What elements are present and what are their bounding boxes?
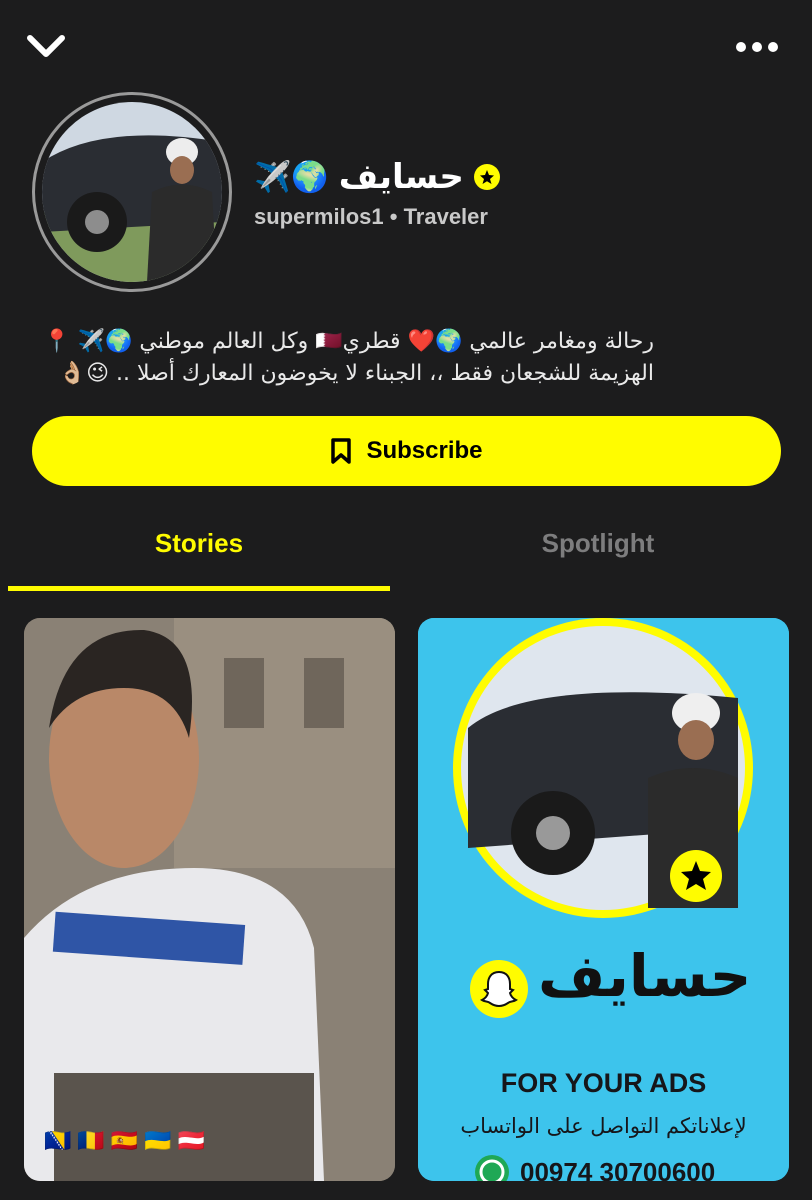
ad-phone: 00974 30700600 <box>520 1156 716 1182</box>
bio-line-1: رحالة ومغامر عالمي 🌍❤️ قطري🇶🇦 وكل العالم… <box>43 329 654 354</box>
flag: 🇷🇴 <box>77 1128 105 1153</box>
tab-spotlight[interactable]: Spotlight <box>408 528 788 572</box>
more-dots-icon <box>736 42 778 52</box>
display-name-row: ✈️🌍 حسايف <box>254 153 500 201</box>
avatar-photo <box>42 102 222 282</box>
separator-dot: • <box>389 204 398 229</box>
subscribe-button[interactable]: Subscribe <box>32 416 781 486</box>
back-button[interactable] <box>24 30 68 66</box>
active-tab-indicator <box>8 586 390 591</box>
more-options-button[interactable] <box>730 32 784 62</box>
ad-subtitle: لإعلاناتكم التواصل على الواتساب <box>460 1114 747 1138</box>
username-row: supermilos1 • Traveler <box>254 204 488 230</box>
snapchat-ghost-icon <box>470 960 528 1018</box>
name-emojis: ✈️🌍 <box>254 160 329 194</box>
bookmark-icon <box>331 438 352 464</box>
subscribe-label: Subscribe <box>366 437 483 464</box>
category-label: Traveler <box>403 204 488 229</box>
story-flags: 🇧🇦 🇷🇴 🇪🇸 🇺🇦 🇦🇹 <box>44 1128 205 1154</box>
flag: 🇺🇦 <box>144 1128 172 1153</box>
flag: 🇪🇸 <box>110 1128 139 1153</box>
ad-title: حسايف <box>538 942 752 1010</box>
bio-line-2: الهزيمة للشجعان فقط ،، الجبناء لا يخوضون… <box>58 361 654 386</box>
tab-stories[interactable]: Stories <box>8 528 390 572</box>
story-card[interactable]: حسايف FOR YOUR ADS لإعلاناتكم التواصل عل… <box>418 618 789 1181</box>
story-card[interactable]: 🇧🇦 🇷🇴 🇪🇸 🇺🇦 🇦🇹 <box>24 618 395 1181</box>
chevron-down-icon <box>27 35 65 57</box>
flag: 🇧🇦 <box>44 1128 72 1153</box>
star-badge-icon <box>473 164 500 190</box>
profile-avatar[interactable] <box>32 92 232 292</box>
ad-cta: FOR YOUR ADS <box>500 1068 707 1098</box>
story-photo <box>24 618 395 1181</box>
display-name: حسايف <box>338 157 464 197</box>
flag: 🇦🇹 <box>177 1128 206 1153</box>
username: supermilos1 <box>254 204 384 229</box>
ad-phone-row: 00974 30700600 <box>474 1154 715 1181</box>
whatsapp-icon <box>475 1155 509 1181</box>
profile-bio: رحالة ومغامر عالمي 🌍❤️ قطري🇶🇦 وكل العالم… <box>30 326 654 390</box>
